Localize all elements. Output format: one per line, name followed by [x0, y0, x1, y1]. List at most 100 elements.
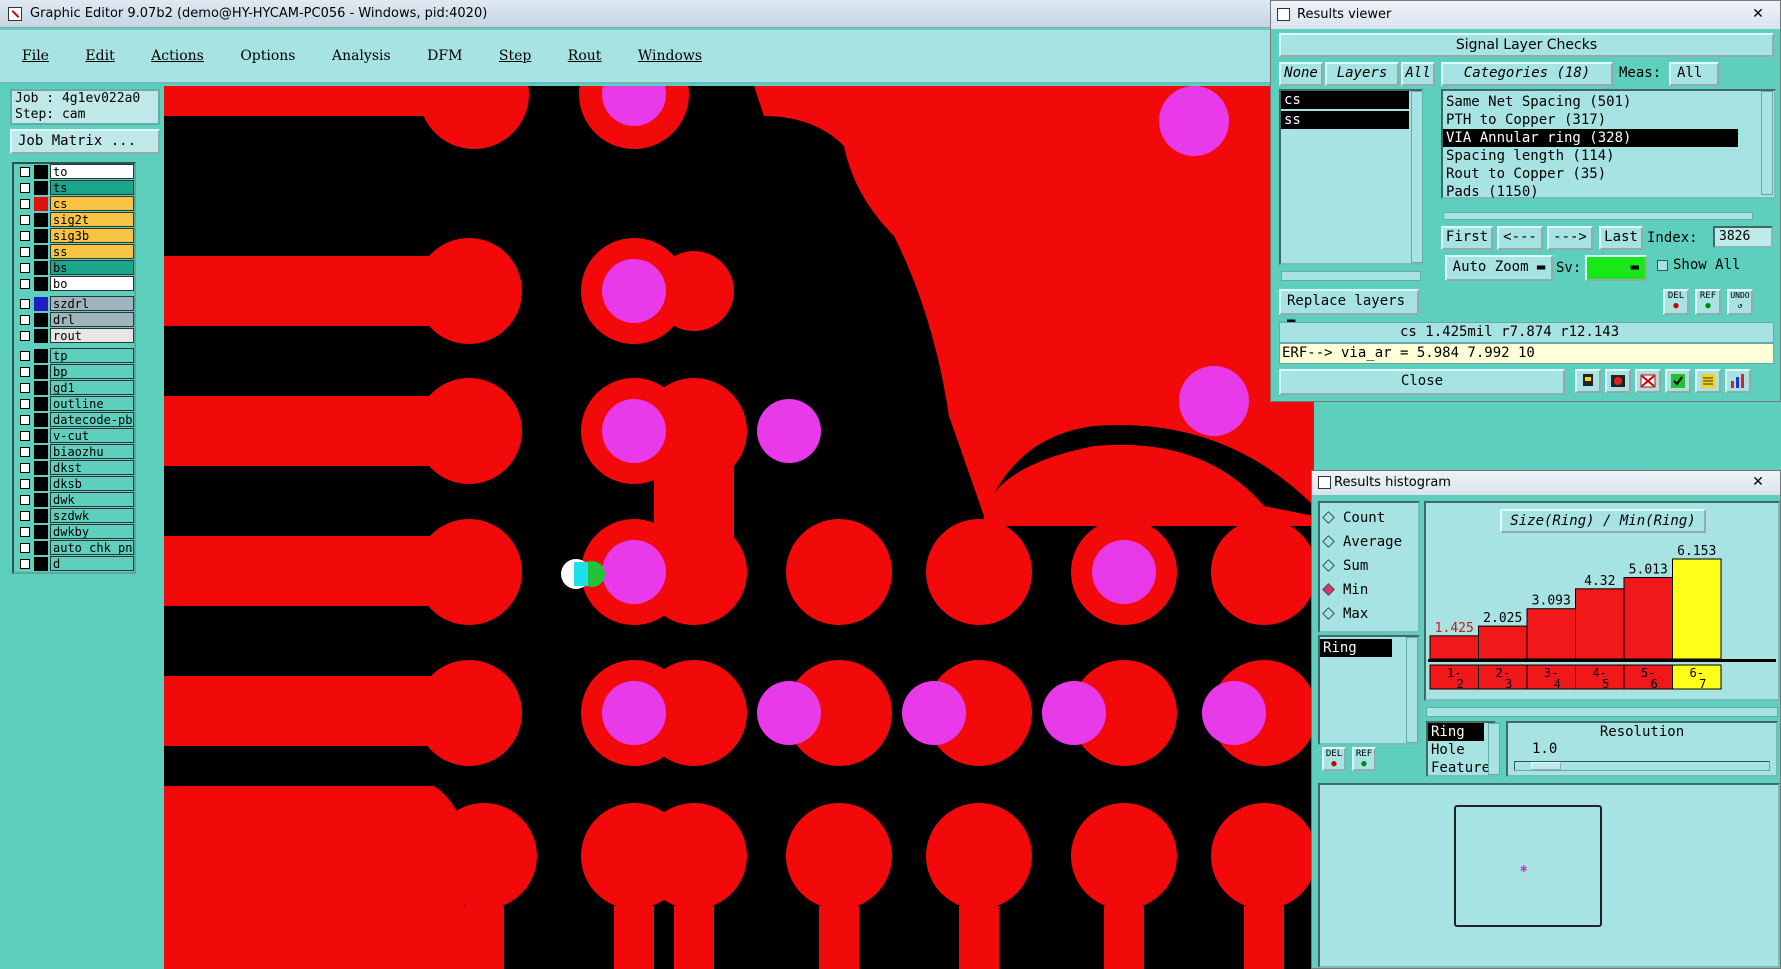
layer-checkbox[interactable] — [20, 543, 30, 553]
ring-list[interactable]: Ring — [1318, 635, 1420, 745]
histogram-bar[interactable] — [1526, 608, 1576, 660]
erase-icon[interactable] — [1635, 369, 1661, 393]
flag-icon[interactable] — [1575, 369, 1601, 393]
layer-item-ss[interactable]: ss — [1281, 111, 1409, 129]
layer-checkbox[interactable] — [20, 199, 30, 209]
layer-row-to[interactable]: to — [14, 164, 134, 180]
category-item-selected[interactable]: VIA Annular ring (328) — [1443, 129, 1738, 147]
meas-select[interactable]: All ▬ — [1669, 62, 1719, 99]
layer-name[interactable]: dksb — [50, 476, 134, 491]
category-item[interactable]: PTH to Copper (317) — [1443, 111, 1774, 129]
next-button[interactable]: ---> — [1547, 226, 1593, 250]
layer-row-datecode-pb[interactable]: datecode-pb — [14, 412, 134, 428]
histogram-bar[interactable] — [1478, 625, 1528, 660]
graphic-canvas[interactable] — [164, 86, 1314, 969]
field-item-feature[interactable]: Feature — [1428, 759, 1494, 777]
histogram-chart[interactable]: 1.4251-22.0252-33.0933-44.324-55.0135-66… — [1426, 535, 1778, 703]
categories-list[interactable]: Same Net Spacing (501) PTH to Copper (31… — [1441, 89, 1776, 201]
field-list-scrollbar[interactable] — [1488, 723, 1500, 775]
ref-button[interactable]: REF ● — [1695, 289, 1721, 315]
mode-radio-max[interactable]: Max — [1322, 605, 1368, 623]
mode-radio-count[interactable]: Count — [1322, 509, 1385, 527]
layer-checkbox[interactable] — [20, 479, 30, 489]
layer-checkbox[interactable] — [20, 167, 30, 177]
pcb-view[interactable] — [164, 86, 1314, 969]
menu-rout[interactable]: Rout — [568, 48, 618, 64]
layer-name[interactable]: datecode-pb — [50, 412, 134, 427]
layer-checkbox[interactable] — [20, 559, 30, 569]
layer-results-list[interactable]: cs ss — [1279, 89, 1423, 265]
category-item[interactable]: Rout to Copper (35) — [1443, 165, 1774, 183]
del-button[interactable]: DEL ● — [1322, 747, 1346, 771]
layer-checkbox[interactable] — [20, 331, 30, 341]
layer-row-ss[interactable]: ss — [14, 244, 134, 260]
layer-checkbox[interactable] — [20, 215, 30, 225]
layer-checkbox[interactable] — [20, 183, 30, 193]
layer-list-hscroll[interactable] — [1281, 271, 1421, 281]
resolution-slider-handle[interactable] — [1531, 762, 1561, 770]
layer-name[interactable]: ts — [50, 180, 134, 195]
first-button[interactable]: First — [1441, 226, 1493, 250]
layer-name[interactable]: outline — [50, 396, 134, 411]
close-icon[interactable]: ✕ — [1742, 5, 1774, 23]
category-item[interactable]: Same Net Spacing (501) — [1443, 93, 1774, 111]
chart-hscroll[interactable] — [1426, 707, 1778, 717]
preview-board-outline[interactable]: ✱ — [1454, 805, 1602, 927]
layer-row-sig3b[interactable]: sig3b — [14, 228, 134, 244]
layer-name[interactable]: rout — [50, 328, 134, 343]
field-item-hole[interactable]: Hole — [1428, 741, 1494, 759]
layer-checkbox[interactable] — [20, 415, 30, 425]
menu-windows[interactable]: Windows — [638, 48, 718, 64]
layer-name[interactable]: gd1 — [50, 380, 134, 395]
layer-checkbox[interactable] — [20, 315, 30, 325]
layer-name[interactable]: ss — [50, 244, 134, 259]
ref-button[interactable]: REF ● — [1352, 747, 1376, 771]
undo-button[interactable]: UNDO ↺ — [1727, 289, 1753, 315]
layer-row-rout[interactable]: rout — [14, 328, 134, 344]
layer-row-ts[interactable]: ts — [14, 180, 134, 196]
mode-radio-average[interactable]: Average — [1322, 533, 1402, 551]
ring-list-scrollbar[interactable] — [1406, 637, 1418, 743]
close-button[interactable]: Close — [1279, 369, 1565, 395]
layer-item-cs[interactable]: cs — [1281, 91, 1409, 109]
layer-row-cs[interactable]: cs — [14, 196, 134, 212]
layer-name[interactable]: szdwk — [50, 508, 134, 523]
check-icon[interactable] — [1665, 369, 1691, 393]
resolution-slider[interactable] — [1514, 761, 1770, 771]
report-icon[interactable] — [1695, 369, 1721, 393]
layer-name[interactable]: sig2t — [50, 212, 134, 227]
layer-checkbox[interactable] — [20, 383, 30, 393]
field-item-ring[interactable]: Ring — [1428, 723, 1484, 741]
job-matrix-button[interactable]: Job Matrix ... — [10, 129, 160, 154]
error-marker[interactable] — [561, 559, 605, 589]
layer-row-dksb[interactable]: dksb — [14, 476, 134, 492]
category-item[interactable]: Spacing length (114) — [1443, 147, 1774, 165]
index-input[interactable]: 3826 — [1713, 226, 1773, 248]
layer-checkbox[interactable] — [20, 527, 30, 537]
layer-checkbox[interactable] — [20, 351, 30, 361]
category-item[interactable]: Pads (1150) — [1443, 183, 1774, 201]
menu-options[interactable]: Options — [240, 48, 311, 64]
layer-row-gd1[interactable]: gd1 — [14, 380, 134, 396]
layer-checkbox[interactable] — [20, 299, 30, 309]
ring-list-item[interactable]: Ring — [1320, 639, 1392, 657]
layer-row-sig2t[interactable]: sig2t — [14, 212, 134, 228]
layer-name[interactable]: cs — [50, 196, 134, 211]
menu-step[interactable]: Step — [499, 48, 547, 64]
layer-checkbox[interactable] — [20, 511, 30, 521]
layer-row-outline[interactable]: outline — [14, 396, 134, 412]
layer-row-drl[interactable]: drl — [14, 312, 134, 328]
layer-checkbox[interactable] — [20, 279, 30, 289]
layer-row-dwk[interactable]: dwk — [14, 492, 134, 508]
layer-checkbox[interactable] — [20, 263, 30, 273]
histogram-icon[interactable] — [1725, 369, 1751, 393]
close-icon[interactable]: ✕ — [1742, 473, 1774, 491]
layer-name[interactable]: v-cut — [50, 428, 134, 443]
menu-edit[interactable]: Edit — [85, 48, 130, 64]
menu-dfm[interactable]: DFM — [427, 48, 478, 64]
menu-actions[interactable]: Actions — [151, 48, 220, 64]
layer-checkbox[interactable] — [20, 247, 30, 257]
show-all-checkbox[interactable] — [1657, 260, 1668, 271]
layer-name[interactable]: bp — [50, 364, 134, 379]
mode-radio-sum[interactable]: Sum — [1322, 557, 1368, 575]
